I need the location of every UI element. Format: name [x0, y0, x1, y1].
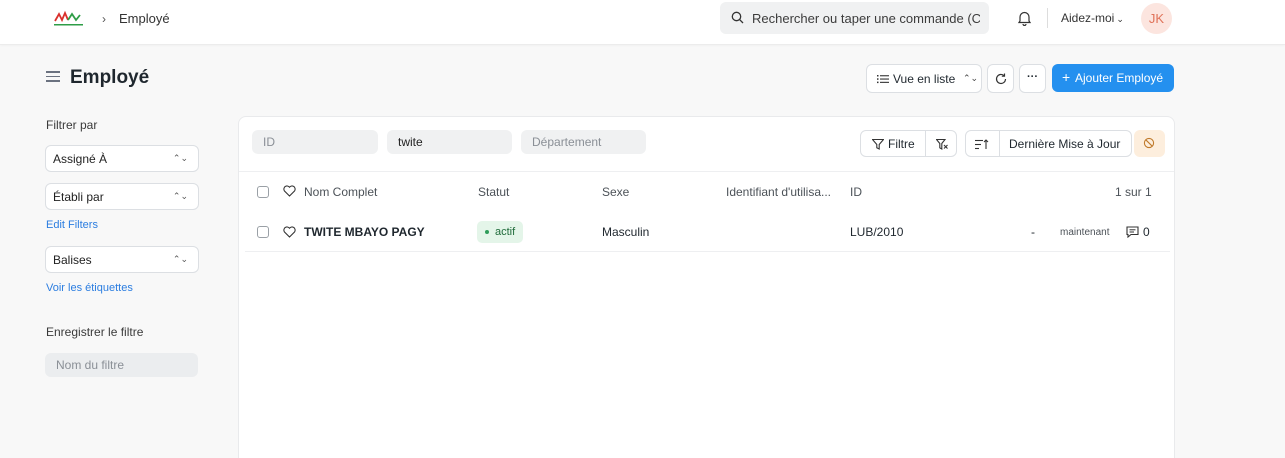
name-filter-value: twite [398, 135, 423, 149]
search-bar[interactable]: Rechercher ou taper une commande (Ctrl +… [720, 2, 989, 34]
assigned-to-select[interactable]: Assigné À ⌃⌄ [45, 145, 199, 172]
view-switcher-label: Vue en liste [893, 72, 956, 86]
view-switcher-button[interactable]: Vue en liste ⌃⌄ [866, 64, 982, 93]
user-avatar[interactable]: JK [1141, 3, 1172, 34]
row-gender: Masculin [602, 225, 650, 239]
sidebar-toggle-icon[interactable] [46, 71, 60, 82]
refresh-button[interactable] [987, 64, 1014, 93]
updown-chevron-icon: ⌃⌄ [172, 254, 188, 264]
column-header-gender[interactable]: Sexe [602, 185, 629, 199]
navbar-divider [1047, 8, 1048, 28]
assigned-to-label: Assigné À [53, 152, 108, 166]
search-placeholder: Rechercher ou taper une commande (Ctrl +… [752, 11, 980, 26]
navbar: › Employé Rechercher ou taper une comman… [0, 0, 1285, 45]
heart-icon[interactable] [283, 185, 296, 197]
notification-bell-icon[interactable] [1017, 10, 1032, 26]
updown-chevron-icon: ⌃⌄ [963, 73, 979, 83]
list-panel: ID twite Département Filtre Dernière Mis… [238, 116, 1175, 458]
id-filter-input[interactable]: ID [252, 130, 378, 154]
sort-field-label[interactable]: Dernière Mise à Jour [1009, 137, 1120, 151]
more-label: ··· [1027, 71, 1038, 83]
column-header-id[interactable]: ID [850, 185, 862, 199]
column-header-name[interactable]: Nom Complet [304, 185, 377, 199]
help-label: Aidez-moi [1061, 11, 1115, 25]
status-dot [485, 230, 489, 235]
filter-x-icon[interactable] [936, 139, 948, 150]
record-count: 1 sur 1 [1115, 185, 1152, 199]
row-dash: - [1031, 225, 1035, 239]
row-comment-count: 0 [1143, 225, 1150, 239]
filter-divider [925, 131, 926, 156]
clear-filter-icon [1143, 137, 1155, 149]
save-filter-heading: Enregistrer le filtre [46, 325, 144, 339]
filter-icon [872, 139, 884, 150]
updown-chevron-icon: ⌃⌄ [172, 153, 188, 163]
column-header-status[interactable]: Statut [478, 185, 509, 199]
row-id: LUB/2010 [850, 225, 904, 239]
filter-name-placeholder: Nom du filtre [56, 358, 125, 372]
sort-divider [999, 131, 1000, 156]
search-icon [731, 11, 744, 24]
refresh-icon [995, 73, 1007, 85]
help-dropdown[interactable]: Aidez-moi ⌄ [1061, 11, 1124, 25]
page-title: Employé [70, 67, 150, 88]
updown-chevron-icon: ⌃⌄ [172, 191, 188, 201]
filter-label: Filtre [888, 137, 915, 151]
status-label: actif [495, 226, 516, 238]
row-checkbox[interactable] [257, 226, 269, 238]
breadcrumb-employee[interactable]: Employé [119, 11, 170, 26]
edit-filters-link[interactable]: Edit Filters [46, 219, 98, 231]
company-logo[interactable] [53, 9, 85, 29]
column-header-user-id[interactable]: Identifiant d'utilisa... [726, 185, 831, 199]
tags-label: Balises [53, 253, 92, 267]
list-icon [877, 75, 889, 84]
heart-icon[interactable] [283, 226, 296, 238]
row-employee-name[interactable]: TWITE MBAYO PAGY [304, 225, 425, 239]
add-employee-button[interactable]: + Ajouter Employé [1052, 64, 1174, 92]
sort-order-icon[interactable] [975, 139, 989, 150]
add-employee-label: Ajouter Employé [1075, 71, 1164, 85]
filter-name-input[interactable]: Nom du filtre [45, 353, 198, 377]
breadcrumb-separator: › [102, 12, 106, 26]
department-filter-input[interactable]: Département [521, 130, 646, 154]
department-filter-placeholder: Département [532, 135, 602, 149]
show-tags-link[interactable]: Voir les étiquettes [46, 282, 133, 294]
created-by-select[interactable]: Établi par ⌃⌄ [45, 183, 199, 210]
sort-control[interactable]: Dernière Mise à Jour [965, 130, 1132, 157]
filter-button[interactable]: Filtre [860, 130, 957, 157]
created-by-label: Établi par [53, 190, 104, 204]
clear-filters-button[interactable] [1134, 130, 1165, 157]
tags-select[interactable]: Balises ⌃⌄ [45, 246, 199, 273]
header-divider [239, 171, 1174, 172]
status-badge: actif [477, 221, 524, 243]
row-modified: maintenant [1060, 227, 1110, 238]
plus-icon: + [1062, 69, 1071, 85]
chevron-down-icon: ⌄ [1116, 14, 1124, 24]
filter-by-heading: Filtrer par [46, 118, 98, 132]
row-divider [245, 251, 1170, 252]
name-filter-input[interactable]: twite [387, 130, 512, 154]
more-actions-button[interactable]: ··· [1019, 64, 1046, 93]
comment-icon [1126, 226, 1139, 238]
select-all-checkbox[interactable] [257, 186, 269, 198]
id-filter-placeholder: ID [263, 135, 275, 149]
